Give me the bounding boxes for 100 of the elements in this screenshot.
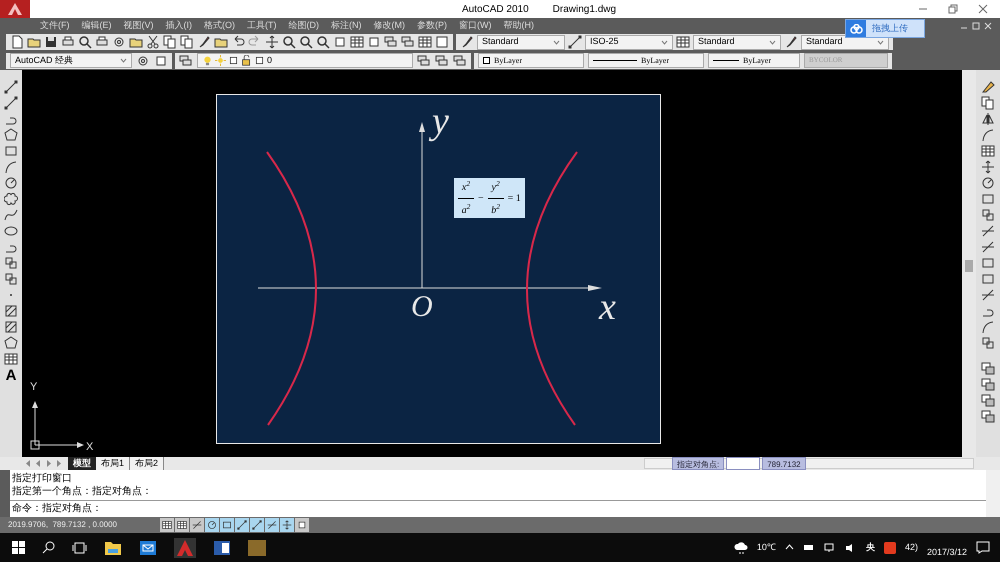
command-scrollbar[interactable] — [986, 470, 1000, 517]
rectangle-icon[interactable] — [4, 144, 18, 158]
dynamic-input-field[interactable] — [726, 457, 760, 470]
network-icon[interactable] — [824, 542, 836, 552]
windows-start-icon[interactable] — [12, 541, 25, 554]
dimension-style-icon[interactable] — [568, 35, 582, 49]
table-style-dropdown[interactable]: Standard — [693, 34, 781, 50]
drawing-canvas[interactable]: y x$^{2}$ a$^{2}$ − y$^{2}$ b$^{2}$ = 1 O x Y X — [22, 70, 962, 457]
workspace-dropdown[interactable]: AutoCAD 经典 — [10, 53, 132, 68]
task-view-icon[interactable] — [72, 542, 87, 554]
hatch-icon[interactable] — [4, 304, 18, 318]
menu-item[interactable]: 窗口(W) — [459, 18, 492, 32]
menu-item[interactable]: 编辑(E) — [82, 18, 112, 32]
search-icon[interactable] — [282, 35, 296, 49]
layout-tab[interactable]: 模型 — [68, 457, 96, 470]
new-file-icon[interactable] — [10, 35, 24, 49]
caret-icon — [661, 40, 668, 44]
dimension-style-dropdown[interactable]: ISO-25 — [585, 34, 673, 50]
bulb-icon[interactable] — [202, 55, 213, 66]
dynamic-input-value: 789.7132 — [762, 457, 806, 470]
lock-icon[interactable] — [241, 55, 252, 66]
pan-icon[interactable] — [265, 35, 279, 49]
photo-placeholder[interactable] — [248, 540, 266, 556]
circle-icon[interactable] — [4, 176, 18, 190]
layout-tab[interactable]: 布局2 — [130, 457, 164, 470]
ellipse-icon[interactable] — [4, 224, 18, 238]
restore-icon[interactable] — [972, 22, 980, 30]
temperature: 10℃ — [756, 540, 776, 554]
caret-icon — [553, 40, 560, 44]
table-style-icon[interactable] — [676, 35, 690, 49]
menu-item[interactable]: 绘图(D) — [288, 18, 319, 32]
layout-tab[interactable]: 布局1 — [96, 457, 130, 470]
menu-item[interactable]: 插入(I) — [166, 18, 192, 32]
layers-icon[interactable] — [435, 54, 449, 68]
line-icon[interactable] — [4, 80, 18, 94]
ucs-x-label: X — [86, 440, 94, 455]
numerator: x$^{2}$ — [462, 178, 470, 194]
layer-dropdown[interactable]: 0 — [197, 53, 413, 68]
table-icon[interactable] — [4, 352, 18, 366]
arc-icon[interactable] — [4, 160, 18, 174]
mirror-icon[interactable] — [981, 112, 995, 126]
square-icon[interactable] — [228, 55, 239, 66]
caret-icon[interactable] — [784, 543, 794, 552]
dynamic-input-prompt: 指定对角点: — [672, 457, 724, 470]
lineweight-value: ByLayer — [743, 54, 771, 66]
copy-icon[interactable] — [981, 96, 995, 110]
upload-toast[interactable]: 拖拽上传 — [845, 19, 925, 38]
battery-icon[interactable] — [802, 543, 815, 552]
x-axis-label: x — [599, 288, 616, 326]
vertical-scrollbar[interactable] — [962, 70, 976, 457]
cloud-icon[interactable] — [4, 192, 18, 206]
equals-one: = 1 — [508, 192, 521, 206]
input-method[interactable]: 央 — [866, 540, 875, 554]
cad-app-icon[interactable] — [174, 538, 196, 558]
copy-icon[interactable] — [163, 35, 177, 49]
menu-item[interactable]: 修改(M) — [374, 18, 405, 32]
folder-icon[interactable] — [104, 540, 122, 556]
polygon-icon[interactable] — [4, 128, 18, 142]
ucs-y-label: Y — [30, 381, 38, 394]
menu-item[interactable]: 工具(T) — [247, 18, 276, 32]
app-title: AutoCAD 2010 — [462, 2, 529, 16]
color-dropdown[interactable]: ByLayer — [478, 53, 584, 68]
ucs-axes-icon — [30, 401, 84, 450]
zoom-icon[interactable] — [299, 35, 313, 49]
menu-item[interactable]: 格式(O) — [204, 18, 235, 32]
layers-icon[interactable] — [453, 54, 467, 68]
mail-app-icon[interactable] — [139, 540, 157, 556]
menu-item[interactable]: 文件(F) — [40, 18, 70, 32]
menu-item[interactable]: 标注(N) — [331, 18, 362, 32]
lineweight-dropdown[interactable]: ByLayer — [708, 53, 800, 68]
text-tool-button[interactable]: A — [6, 368, 16, 383]
eraser-icon[interactable] — [981, 80, 995, 94]
close-icon[interactable] — [978, 4, 988, 14]
input-app-icon[interactable] — [884, 542, 896, 554]
linetype-value: ByLayer — [641, 54, 669, 66]
trim-icon[interactable] — [981, 224, 995, 238]
text-style-dropdown[interactable]: Standard — [477, 34, 565, 50]
menu-item[interactable]: 参数(P) — [417, 18, 447, 32]
notification-icon[interactable] — [976, 541, 990, 554]
menu-item[interactable]: 视图(V) — [124, 18, 154, 32]
coordinates: 2019.9706, 789.7132 , 0.0000 — [7, 519, 118, 531]
move-icon[interactable] — [981, 160, 995, 174]
linetype-dropdown[interactable]: ByLayer — [588, 53, 704, 68]
command-line[interactable]: 命令：指定对角点： — [10, 501, 986, 516]
scissors-icon[interactable] — [146, 35, 160, 49]
layers-icon[interactable] — [417, 54, 431, 68]
caret-icon — [769, 40, 776, 44]
search-icon[interactable] — [42, 541, 55, 554]
spline-icon[interactable] — [4, 208, 18, 222]
app-logo-icon[interactable] — [0, 0, 30, 18]
square-icon[interactable] — [254, 55, 265, 66]
origin-label: O — [411, 292, 433, 322]
denominator: b$^{2}$ — [491, 200, 500, 218]
layers-icon[interactable] — [179, 54, 193, 68]
cloud-icon — [850, 24, 862, 34]
minus-sign: − — [478, 192, 484, 206]
caret-icon — [877, 40, 884, 44]
restore-icon[interactable] — [948, 4, 958, 14]
word-app-icon[interactable] — [213, 540, 231, 556]
menu-item[interactable]: 帮助(H) — [504, 18, 534, 32]
